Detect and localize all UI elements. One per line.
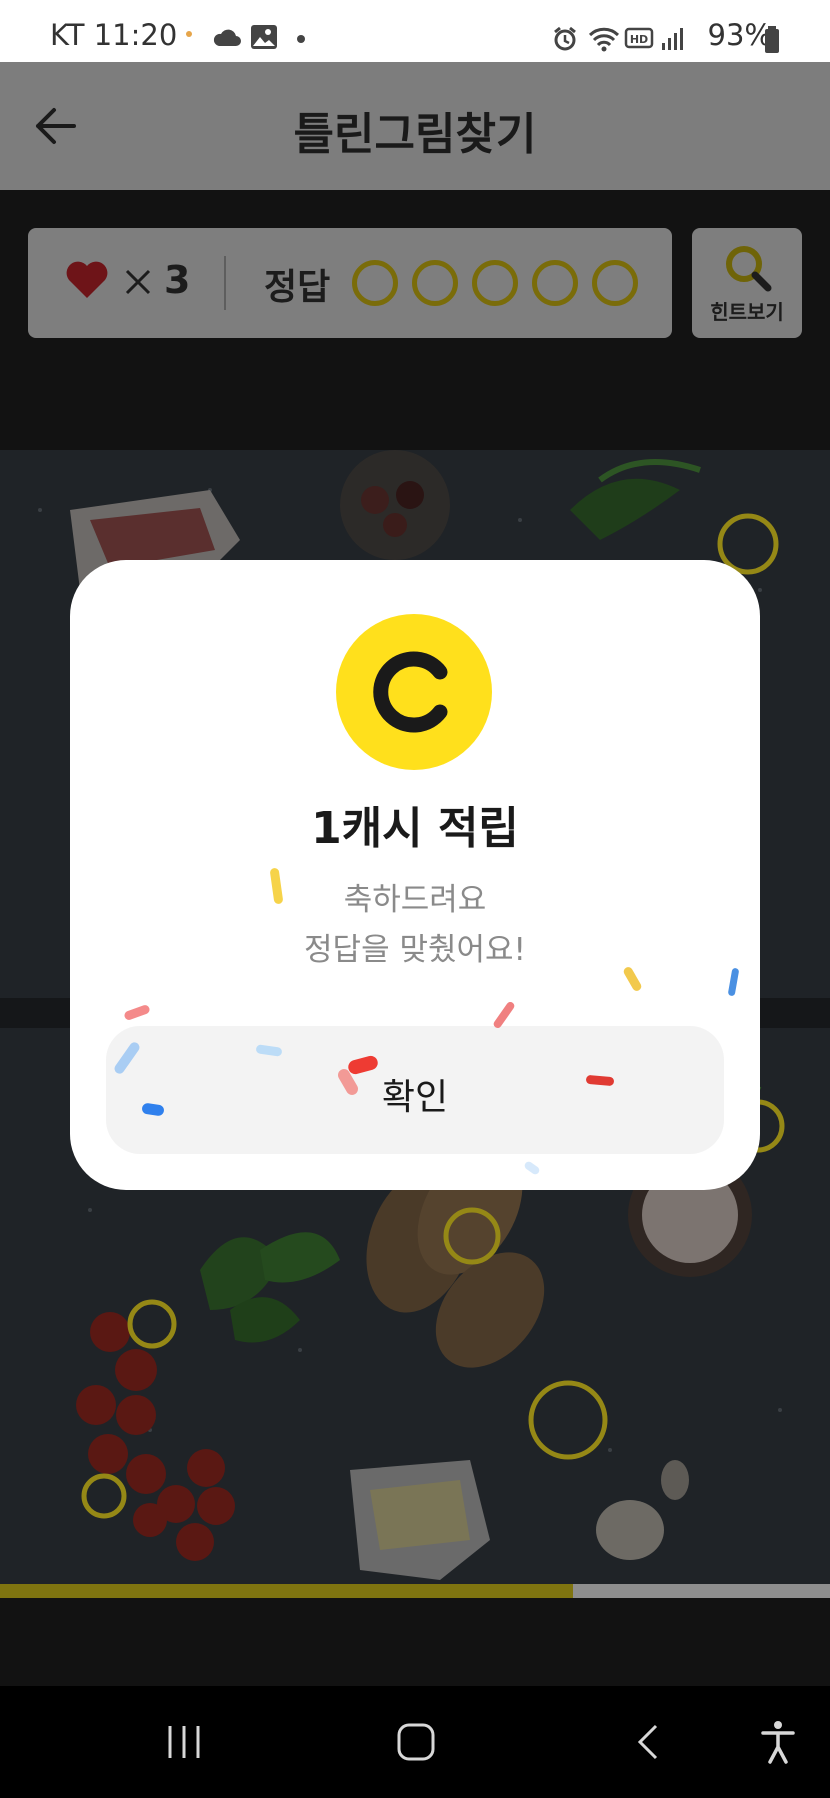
hint-label: 힌트보기 (710, 300, 784, 324)
lives-count: 3 (164, 258, 191, 302)
hint-button[interactable]: 힌트보기 (692, 228, 802, 338)
congrats-message: 축하드려요 (343, 882, 487, 918)
heart-icon (66, 261, 108, 298)
answer-slot (412, 260, 458, 306)
answer-slot (352, 260, 398, 306)
game-status-bar: 3 정답 (28, 228, 672, 338)
battery-percent: 93% (707, 18, 772, 52)
reward-dialog: 1캐시 적립 축하드려요 정답을 맞췄어요! 확인 (70, 560, 760, 1190)
answer-slot (532, 260, 578, 306)
answer-label: 정답 (264, 267, 331, 308)
answer-slot (472, 260, 518, 306)
correct-answer-message: 정답을 맞췄어요! (304, 932, 526, 968)
magnifier-icon (726, 246, 772, 292)
divider (224, 256, 226, 310)
status-bar: KT 11:20 HD 93% (0, 0, 830, 62)
battery-icon (765, 26, 779, 53)
signal-icon (662, 28, 683, 50)
back-icon[interactable] (634, 1722, 662, 1762)
status-time: KT 11:20 (50, 18, 178, 52)
accessibility-icon[interactable] (760, 1720, 796, 1764)
alarm-icon (554, 26, 576, 51)
app-header: 틀린그림찾기 (0, 62, 830, 190)
progress-bar (0, 1584, 830, 1598)
progress-fill (0, 1584, 573, 1598)
hd-icon: HD (624, 27, 654, 49)
notification-dot-icon (186, 31, 192, 37)
cash-coin-icon (336, 614, 492, 770)
confirm-label: 확인 (381, 1077, 449, 1118)
wifi-icon (588, 27, 620, 52)
gallery-icon (251, 25, 277, 49)
recent-apps-icon[interactable] (164, 1724, 204, 1760)
dot-icon (297, 35, 305, 43)
cloud-icon (213, 29, 241, 46)
system-nav-bar (0, 1686, 830, 1798)
home-icon[interactable] (396, 1722, 436, 1762)
answer-slot (592, 260, 638, 306)
coin-letter-icon (373, 651, 448, 733)
confirm-button[interactable]: 확인 (106, 1026, 724, 1154)
svg-text:HD: HD (630, 33, 648, 46)
multiply-icon (125, 269, 151, 295)
page-title: 틀린그림찾기 (293, 109, 537, 160)
reward-title: 1캐시 적립 (311, 803, 519, 854)
